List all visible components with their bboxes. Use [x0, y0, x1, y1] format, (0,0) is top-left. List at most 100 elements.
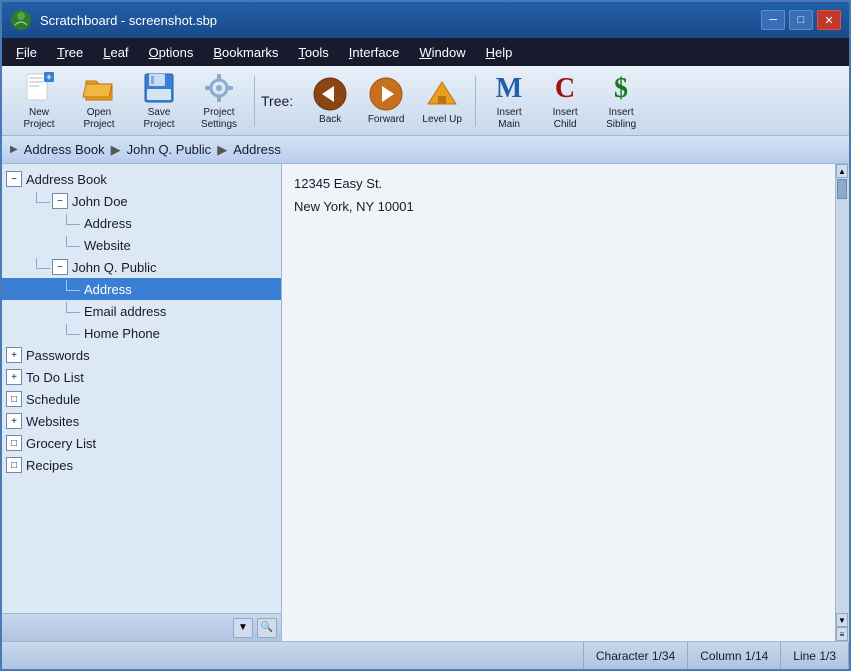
breadcrumb-item-2[interactable]: Address [233, 142, 281, 157]
tree-expander-grocery[interactable]: □ [6, 435, 22, 451]
scroll-thumb[interactable] [837, 179, 847, 199]
tree-item-websites[interactable]: + Websites [2, 410, 281, 432]
svg-text:$: $ [614, 73, 628, 104]
insert-main-button[interactable]: M InsertMain [482, 71, 536, 131]
tree-search-btn[interactable]: 🔍 [257, 618, 277, 638]
breadcrumb-arrow: ▶ [10, 144, 18, 155]
insert-child-label: InsertChild [553, 107, 578, 131]
tree-expander-websites[interactable]: + [6, 413, 22, 429]
tree-label-john-doe: John Doe [72, 194, 128, 209]
tree-label-schedule: Schedule [26, 392, 80, 407]
tree-expander-address-book[interactable]: − [6, 171, 22, 187]
tree-label: Tree: [261, 93, 293, 109]
tree-expander-schedule[interactable]: □ [6, 391, 22, 407]
tree-item-john-q-address[interactable]: Address [2, 278, 281, 300]
tree-item-recipes[interactable]: □ Recipes [2, 454, 281, 476]
save-project-label: SaveProject [143, 107, 174, 131]
menu-tools[interactable]: Tools [288, 43, 338, 62]
tree-item-john-q-email[interactable]: Email address [2, 300, 281, 322]
scroll-up-arrow[interactable]: ▲ [836, 164, 848, 178]
minimize-button[interactable]: ─ [761, 10, 785, 30]
tree-label-todo: To Do List [26, 370, 84, 385]
scroll-down-arrow[interactable]: ▼ [836, 613, 848, 627]
back-button[interactable]: Back [303, 71, 357, 131]
tree-label-john-q-phone: Home Phone [84, 326, 160, 341]
save-project-button[interactable]: SaveProject [130, 71, 188, 131]
breadcrumb-item-1[interactable]: John Q. Public [127, 142, 212, 157]
tree-item-john-q-phone[interactable]: Home Phone [2, 322, 281, 344]
svg-text:M: M [496, 73, 522, 104]
back-label: Back [319, 114, 341, 126]
tree-scroll[interactable]: − Address Book − John Doe Address [2, 164, 281, 613]
tree-item-grocery[interactable]: □ Grocery List [2, 432, 281, 454]
tree-bottom: ▼ 🔍 [2, 613, 281, 641]
close-button[interactable]: ✕ [817, 10, 841, 30]
tree-item-john-doe[interactable]: − John Doe [2, 190, 281, 212]
menu-help[interactable]: Help [476, 43, 523, 62]
status-line: Line 1/3 [781, 642, 849, 669]
menu-bookmarks[interactable]: Bookmarks [203, 43, 288, 62]
tree-expander-passwords[interactable]: + [6, 347, 22, 363]
menu-tree[interactable]: Tree [47, 43, 93, 62]
tree-item-john-doe-address[interactable]: Address [2, 212, 281, 234]
forward-label: Forward [368, 114, 405, 126]
insert-main-label: InsertMain [497, 107, 522, 131]
menu-bar: File Tree Leaf Options Bookmarks Tools I… [2, 38, 849, 66]
insert-sibling-label: InsertSibling [606, 107, 636, 131]
menu-interface[interactable]: Interface [339, 43, 410, 62]
tree-label-passwords: Passwords [26, 348, 90, 363]
main-window: Scratchboard - screenshot.sbp ─ □ ✕ File… [0, 0, 851, 671]
level-up-icon [424, 76, 460, 112]
back-icon [312, 76, 348, 112]
tree-item-passwords[interactable]: + Passwords [2, 344, 281, 366]
tree-item-schedule[interactable]: □ Schedule [2, 388, 281, 410]
window-controls: ─ □ ✕ [761, 10, 841, 30]
toolbar-sep-2 [475, 76, 476, 126]
new-project-label: NewProject [23, 107, 54, 131]
window-title: Scratchboard - screenshot.sbp [40, 13, 761, 28]
status-character: Character 1/34 [584, 642, 688, 669]
open-project-button[interactable]: OpenProject [70, 71, 128, 131]
content-area[interactable]: 12345 Easy St. New York, NY 10001 [282, 164, 849, 641]
breadcrumb-sep-0: ▶ [111, 142, 121, 158]
new-project-button[interactable]: + NewProject [10, 71, 68, 131]
open-project-icon [81, 71, 117, 105]
tree-expander-recipes[interactable]: □ [6, 457, 22, 473]
svg-text:C: C [555, 73, 575, 104]
tree-label-john-q-address: Address [84, 282, 132, 297]
forward-button[interactable]: Forward [359, 71, 413, 131]
tree-item-todo[interactable]: + To Do List [2, 366, 281, 388]
tree-label-address-book: Address Book [26, 172, 107, 187]
content-line-1: 12345 Easy St. [294, 172, 837, 195]
tree-item-john-q-public[interactable]: − John Q. Public [2, 256, 281, 278]
svg-text:+: + [46, 72, 51, 82]
menu-leaf[interactable]: Leaf [93, 43, 138, 62]
tree-label-john-q-email: Email address [84, 304, 166, 319]
tree-expander-john-q-public[interactable]: − [52, 259, 68, 275]
insert-sibling-button[interactable]: $ InsertSibling [594, 71, 648, 131]
forward-icon [368, 76, 404, 112]
toolbar: + NewProject OpenProject [2, 66, 849, 136]
breadcrumb-item-0[interactable]: Address Book [24, 142, 105, 157]
project-settings-button[interactable]: ProjectSettings [190, 71, 248, 131]
content-scrollbar[interactable]: ▲ ▼ ≡ [835, 164, 849, 641]
level-up-label: Level Up [422, 114, 461, 126]
tree-item-address-book[interactable]: − Address Book [2, 168, 281, 190]
breadcrumb: ▶ Address Book ▶ John Q. Public ▶ Addres… [2, 136, 849, 164]
tree-scroll-down-btn[interactable]: ▼ [233, 618, 253, 638]
scroll-right-arrow[interactable]: ≡ [836, 627, 848, 641]
menu-options[interactable]: Options [139, 43, 204, 62]
save-project-icon [141, 71, 177, 105]
tree-expander-john-doe[interactable]: − [52, 193, 68, 209]
menu-window[interactable]: Window [409, 43, 475, 62]
menu-file[interactable]: File [6, 43, 47, 62]
insert-child-icon: C [547, 71, 583, 105]
tree-expander-todo[interactable]: + [6, 369, 22, 385]
insert-child-button[interactable]: C InsertChild [538, 71, 592, 131]
tree-label-recipes: Recipes [26, 458, 73, 473]
maximize-button[interactable]: □ [789, 10, 813, 30]
tree-item-john-doe-website[interactable]: Website [2, 234, 281, 256]
tree-label-john-doe-website: Website [84, 238, 131, 253]
content-line-2: New York, NY 10001 [294, 195, 837, 218]
level-up-button[interactable]: Level Up [415, 71, 469, 131]
